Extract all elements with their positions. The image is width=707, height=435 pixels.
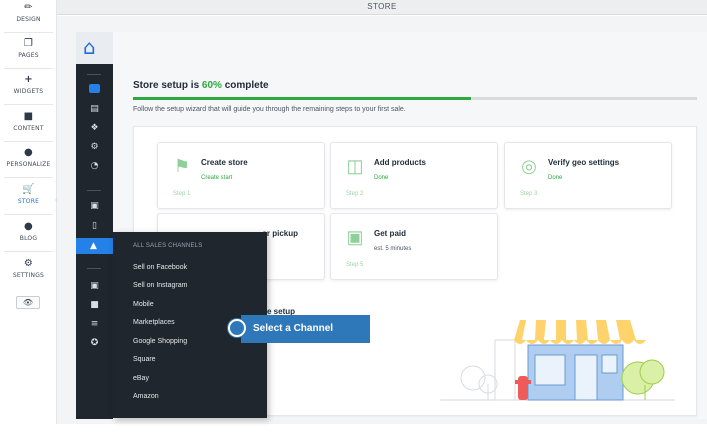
task-status: est. 5 minutes <box>374 246 412 252</box>
tooltip-pointer-dot <box>228 319 246 337</box>
task-card-verify-geo[interactable]: ◎ Verify geo settings Done Step 3 <box>504 142 672 209</box>
dropdown-header: ALL SALES CHANNELS <box>133 243 203 249</box>
task-step: Step 1 <box>173 191 191 197</box>
task-step: Step 5 <box>346 262 364 268</box>
setup-title-prefix: Store setup is <box>133 80 202 91</box>
task-step: Step 3 <box>520 191 538 197</box>
setup-progress-fill <box>133 97 472 100</box>
reports-pie-icon[interactable]: ◔ <box>76 161 113 171</box>
sidebar-item-store[interactable]: 🛒 STORE <box>0 184 57 206</box>
folder-icon: ■ <box>23 111 34 122</box>
person-icon: ● <box>24 147 33 158</box>
setup-title: Store setup is 60% complete <box>133 80 269 91</box>
setup-subtitle: Follow the setup wizard that will guide … <box>133 106 406 113</box>
facebook-icon[interactable]: ▣ <box>76 201 113 211</box>
cart-icon: 🛒 <box>22 184 35 195</box>
sales-channels-active[interactable]: ▲ <box>76 238 113 254</box>
menu-item-square[interactable]: Square <box>133 356 156 363</box>
task-name: or pickup <box>262 229 299 238</box>
setup-title-suffix: complete <box>221 80 269 91</box>
app-frame: ✏ DESIGN ❐ PAGES + WIDGETS ■ CONTENT ● P… <box>0 0 707 435</box>
top-header: STORE <box>57 0 707 15</box>
menu-item-marketplaces[interactable]: Marketplaces <box>133 319 175 326</box>
catalog-icon[interactable]: ▤ <box>76 104 113 114</box>
chat-icon: ● <box>24 221 33 232</box>
task-name: Create store <box>201 158 248 167</box>
mobile-icon[interactable]: ▯ <box>76 221 113 231</box>
megaphone-icon: ▲ <box>90 241 97 251</box>
tag-icon[interactable]: ❖ <box>76 123 113 133</box>
eye-icon: 👁 <box>22 298 34 307</box>
brush-icon: ✏ <box>24 2 33 13</box>
globe-icon: ◎ <box>521 156 537 176</box>
sidebar-item-design[interactable]: ✏ DESIGN <box>0 2 57 24</box>
task-status: Done <box>374 175 389 181</box>
separator <box>87 190 101 191</box>
divider <box>4 214 53 215</box>
editor-sidebar: ✏ DESIGN ❐ PAGES + WIDGETS ■ CONTENT ● P… <box>0 0 57 424</box>
preview-eye-button[interactable]: 👁 <box>16 296 40 309</box>
home-icon: ⌂ <box>83 35 96 59</box>
shipping-truck-icon[interactable]: ■ <box>76 300 113 310</box>
sidebar-item-content[interactable]: ■ CONTENT <box>0 111 57 133</box>
wallet-icon: ▣ <box>346 227 364 247</box>
menu-item-ebay[interactable]: eBay <box>133 375 149 382</box>
tooltip-text: Select a Channel <box>253 323 334 334</box>
separator <box>87 74 101 75</box>
menu-item-amazon[interactable]: Amazon <box>133 393 159 400</box>
task-card-get-paid[interactable]: ▣ Get paid est. 5 minutes Step 5 <box>330 213 498 280</box>
setup-progress-bar <box>133 97 697 100</box>
task-status: Done <box>548 175 563 181</box>
gear-icon: ⚙ <box>23 258 34 269</box>
dashboard-icon[interactable] <box>76 84 113 96</box>
task-name: Get paid <box>374 229 407 238</box>
menu-item-google-shopping[interactable]: Google Shopping <box>133 338 187 345</box>
store-illustration <box>440 320 675 401</box>
task-step: Step 2 <box>346 191 364 197</box>
select-channel-tooltip: Select a Channel <box>241 315 370 343</box>
divider <box>4 104 53 105</box>
separator <box>87 268 101 269</box>
puzzle-icon[interactable]: ✪ <box>76 338 113 348</box>
sliders-icon[interactable]: ≡ <box>76 319 113 329</box>
sidebar-item-widgets[interactable]: + WIDGETS <box>0 74 57 96</box>
menu-item-instagram[interactable]: Sell on Instagram <box>133 282 187 289</box>
sidebar-item-blog[interactable]: ● BLOG <box>0 221 57 243</box>
home-button[interactable]: ⌂ <box>76 32 113 64</box>
task-name: Verify geo settings <box>548 158 620 167</box>
sidebar-item-settings[interactable]: ⚙ SETTINGS <box>0 258 57 280</box>
sidebar-item-personalize[interactable]: ● PERSONALIZE <box>0 147 57 169</box>
sidebar-item-pages[interactable]: ❐ PAGES <box>0 38 57 60</box>
plus-icon: + <box>24 74 33 85</box>
task-card-add-products[interactable]: ◫ Add products Done Step 2 <box>330 142 498 209</box>
divider <box>4 251 53 252</box>
divider <box>4 177 53 178</box>
page-title: STORE <box>367 2 397 11</box>
divider <box>4 32 53 33</box>
menu-item-facebook[interactable]: Sell on Facebook <box>133 264 187 271</box>
flag-icon: ⚑ <box>173 156 191 176</box>
discount-icon[interactable]: ⚙ <box>76 142 113 152</box>
pages-icon: ❐ <box>23 38 34 49</box>
menu-item-mobile[interactable]: Mobile <box>133 301 154 308</box>
shopping-bag-icon: ◫ <box>346 156 364 176</box>
wallet-icon[interactable]: ▣ <box>76 281 113 291</box>
divider <box>4 68 53 69</box>
task-card-create-store[interactable]: ⚑ Create store Create start Step 1 <box>157 142 325 209</box>
setup-percent: 60% <box>201 80 222 91</box>
divider <box>4 141 53 142</box>
task-name: Add products <box>374 158 426 167</box>
task-status: Create start <box>201 175 233 181</box>
